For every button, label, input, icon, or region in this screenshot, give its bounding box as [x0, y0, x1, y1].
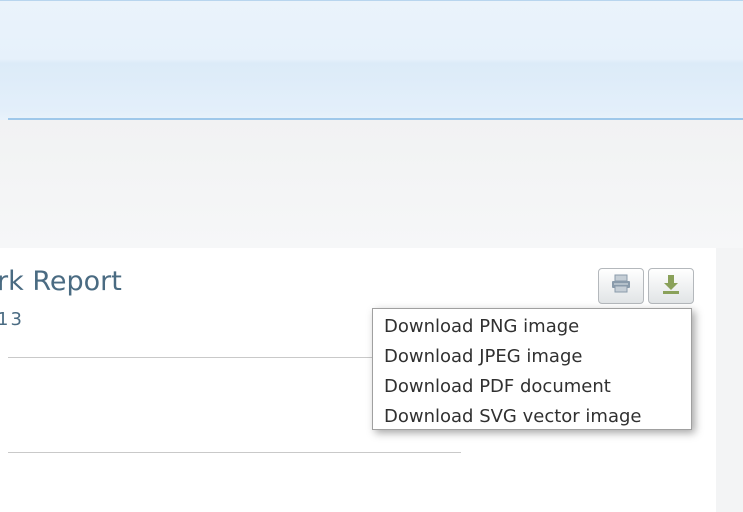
- header-band: [0, 0, 743, 120]
- chart-subtitle: 13: [0, 309, 24, 330]
- toolbar-area: [0, 120, 743, 248]
- menu-item-download-png[interactable]: Download PNG image: [373, 312, 691, 342]
- download-button[interactable]: [648, 268, 694, 304]
- printer-icon: [610, 274, 632, 298]
- export-menu: Download PNG image Download JPEG image D…: [372, 308, 692, 430]
- chart-gridline: [8, 452, 461, 453]
- menu-item-download-pdf[interactable]: Download PDF document: [373, 372, 691, 402]
- download-arrow-icon: [660, 273, 682, 299]
- panel-edge: [716, 248, 743, 512]
- menu-item-download-jpeg[interactable]: Download JPEG image: [373, 342, 691, 372]
- chart-title: rk Report: [0, 266, 122, 297]
- print-button[interactable]: [598, 268, 644, 304]
- menu-item-download-svg[interactable]: Download SVG vector image: [373, 402, 691, 432]
- chart-gridline: [8, 357, 373, 358]
